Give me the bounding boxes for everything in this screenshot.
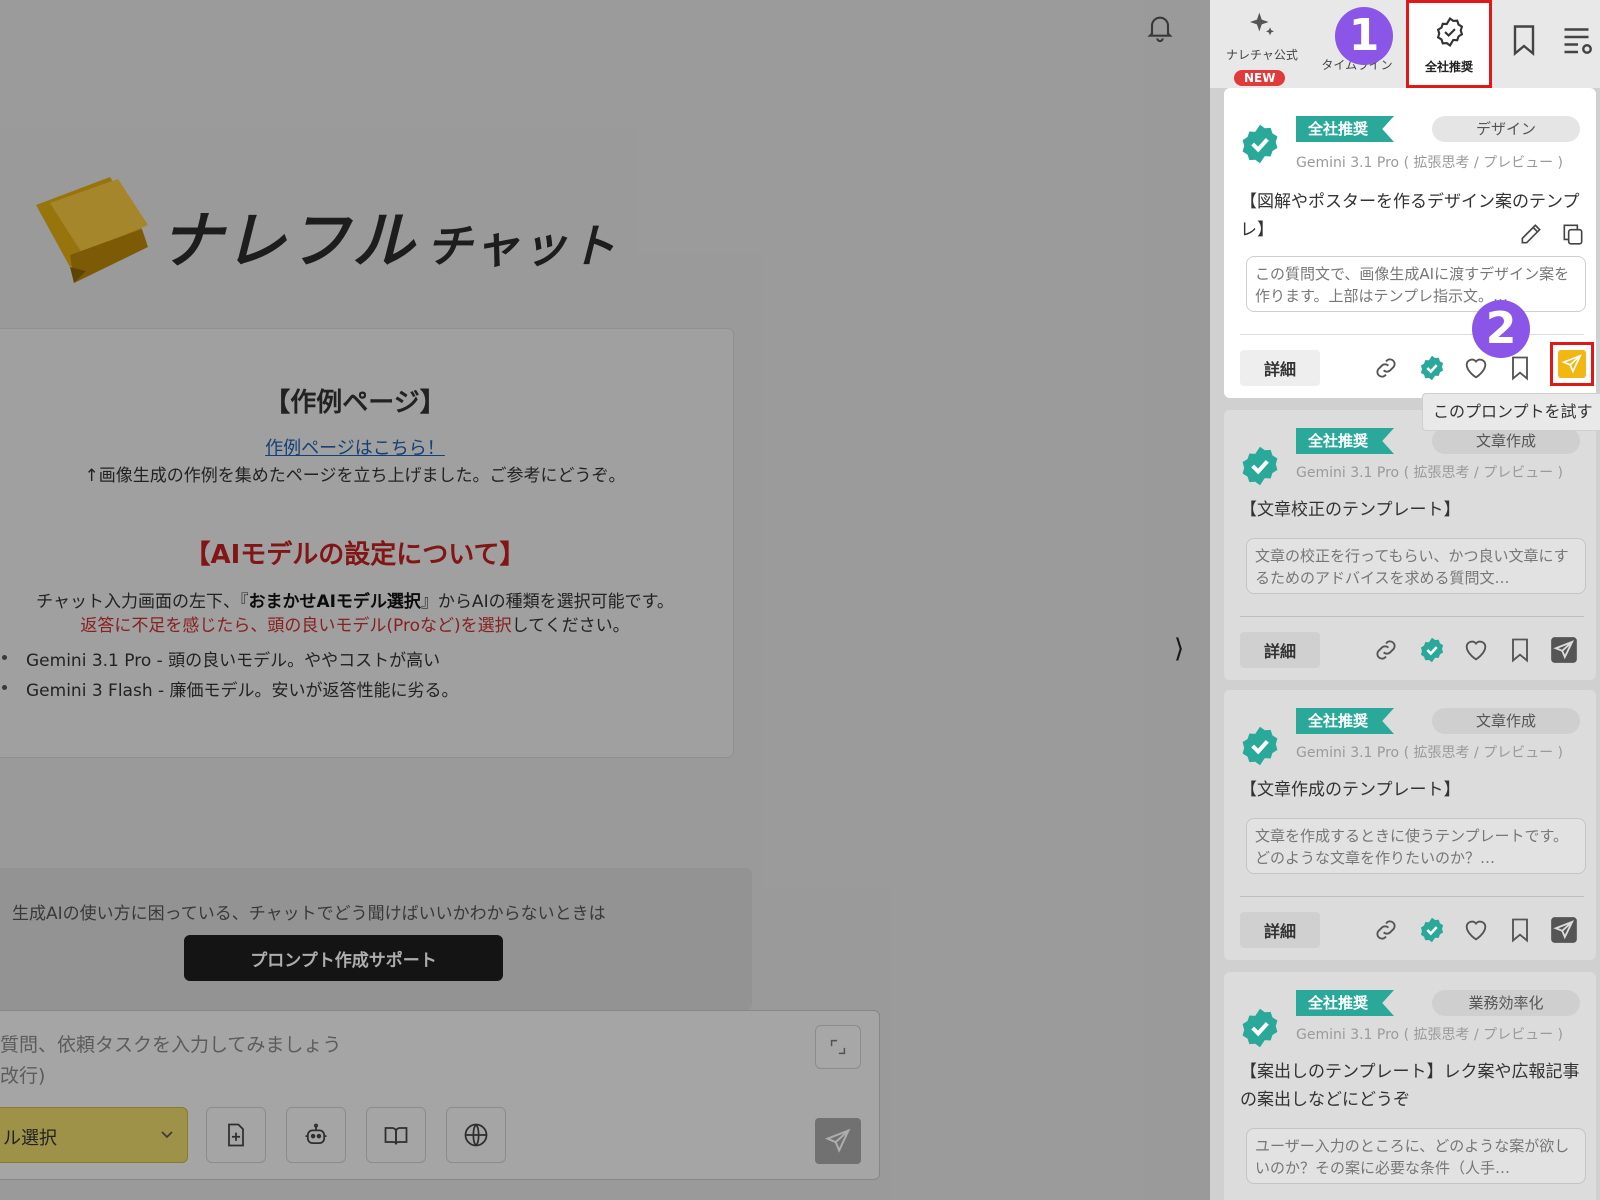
book-icon: [384, 1127, 408, 1145]
try-prompt-icon[interactable]: [1550, 636, 1578, 664]
logo-text: ナレフル チャット: [160, 204, 618, 277]
try-prompt-icon[interactable]: [1550, 916, 1578, 944]
list-settings-icon[interactable]: [1560, 22, 1596, 58]
card-description: ユーザー入力のところに、どのような案が欲しいのか？その案に必要な条件（人手…: [1246, 1128, 1586, 1184]
verified-icon[interactable]: [1418, 354, 1446, 382]
card-edit-tools: [1504, 212, 1596, 256]
card-description: この質問文で、画像生成AIに渡すデザイン案を作ります。上部はテンプレ指示文。…: [1246, 256, 1586, 312]
step-marker-2: 2: [1472, 300, 1530, 358]
heart-icon[interactable]: [1462, 916, 1490, 944]
heart-icon[interactable]: [1462, 636, 1490, 664]
heart-icon[interactable]: [1462, 354, 1490, 382]
link-icon[interactable]: [1372, 636, 1400, 664]
chevron-down-icon: [161, 1131, 173, 1139]
bookmark-icon[interactable]: [1506, 916, 1534, 944]
ai-model-heading: 【AIモデルの設定について】: [184, 540, 526, 570]
detail-button[interactable]: 詳細: [1240, 912, 1320, 948]
prompt-card[interactable]: 全社推奨 文章作成 Gemini 3.1 Pro ( 拡張思考 / プレビュー …: [1224, 410, 1596, 680]
example-link[interactable]: 作例ページはこちら！: [0, 434, 735, 460]
card-divider: [1240, 616, 1584, 617]
link-icon[interactable]: [1372, 354, 1400, 382]
model-name: Gemini 3.1 Pro ( 拡張思考 / プレビュー ): [1296, 745, 1564, 761]
copy-icon[interactable]: [1560, 221, 1586, 247]
ai-model-line1: チャット入力画面の左下、『おまかせAIモデル選択』からAIの種類を選択可能です。: [36, 592, 674, 612]
link-icon[interactable]: [1372, 916, 1400, 944]
category-tag: 業務効率化: [1432, 990, 1580, 1016]
recommended-tag: 全社推奨: [1296, 116, 1395, 142]
try-prompt-button[interactable]: [1550, 342, 1594, 386]
model-name: Gemini 3.1 Pro ( 拡張思考 / プレビュー ): [1296, 1027, 1564, 1043]
verified-badge-icon: [1436, 16, 1464, 48]
prompt-card[interactable]: 全社推奨 業務効率化 Gemini 3.1 Pro ( 拡張思考 / プレビュー…: [1224, 972, 1596, 1200]
model-name: Gemini 3.1 Pro ( 拡張思考 / プレビュー ): [1296, 155, 1564, 171]
main-area: ナレフル チャット 【作例ページ】 作例ページはこちら！ ↑画像生成の作例を集めた…: [0, 0, 1210, 1200]
card-title: 【案出しのテンプレート】レク案や広報記事の案出しなどにどうぞ: [1240, 1062, 1580, 1110]
support-text: 生成AIの使い方に困っている、チャットでどう聞けばいいかわからないときは: [12, 904, 606, 924]
model-select-value: ル選択: [3, 1128, 57, 1149]
verified-icon: [1242, 446, 1278, 486]
card-description: 文章を作成するときに使うテンプレートです。 どのような文章を作りたいのか？…: [1246, 818, 1586, 874]
bookmark-icon[interactable]: [1506, 22, 1542, 58]
file-plus-icon: [228, 1123, 244, 1147]
prompt-panel: ナレチャ公式 NEW タイムライン 1 全社推奨 全社推奨 デザイン Gemin…: [1210, 0, 1600, 1200]
tab-company-recommended[interactable]: 全社推奨: [1406, 0, 1492, 88]
prompt-card[interactable]: 全社推奨 文章作成 Gemini 3.1 Pro ( 拡張思考 / プレビュー …: [1224, 690, 1596, 960]
example-heading: 【作例ページ】: [264, 388, 446, 418]
send-icon: [824, 1128, 851, 1153]
verified-icon: [1242, 1008, 1278, 1048]
bullet-item: Gemini 3 Flash - 廉価モデル。安いが返答性能に劣る。: [2, 676, 459, 701]
recommended-tag: 全社推奨: [1296, 428, 1395, 454]
step-marker-1: 1: [1335, 7, 1393, 65]
card-description: 文章の校正を行ってもらい、かつ良い文章にするためのアドバイスを求める質問文…: [1246, 538, 1586, 594]
bookmark-icon[interactable]: [1506, 354, 1534, 382]
category-tag: デザイン: [1432, 116, 1580, 142]
recommended-tag: 全社推奨: [1296, 708, 1395, 734]
card-divider: [1240, 334, 1584, 335]
new-badge: NEW: [1234, 70, 1286, 86]
recommended-tag: 全社推奨: [1296, 990, 1395, 1016]
card-divider: [1240, 896, 1584, 897]
expand-icon: [830, 1039, 846, 1055]
expand-button[interactable]: [815, 1025, 861, 1069]
send-button[interactable]: [815, 1118, 861, 1164]
attach-file-button[interactable]: [206, 1107, 266, 1163]
bell-icon[interactable]: [1144, 10, 1176, 44]
tab-official[interactable]: ナレチャ公式: [1222, 10, 1302, 63]
detail-button[interactable]: 詳細: [1240, 632, 1320, 668]
panel-toggle-chevron[interactable]: ⟩: [1174, 634, 1184, 664]
robot-icon: [305, 1123, 327, 1145]
web-search-button[interactable]: [446, 1107, 506, 1163]
category-tag: 文章作成: [1432, 708, 1580, 734]
globe-icon: [464, 1123, 488, 1147]
knowledge-button[interactable]: [366, 1107, 426, 1163]
assistant-button[interactable]: [286, 1107, 346, 1163]
chat-input-placeholder[interactable]: 質問、依頼タスクを入力してみましょう 改行): [0, 1030, 341, 1092]
card-title: 【文章作成のテンプレート】: [1240, 780, 1461, 800]
example-note: ↑画像生成の作例を集めたページを立ち上げました。ご参考にどうぞ。: [84, 466, 626, 486]
detail-button[interactable]: 詳細: [1240, 350, 1320, 386]
verified-icon[interactable]: [1418, 916, 1446, 944]
model-name: Gemini 3.1 Pro ( 拡張思考 / プレビュー ): [1296, 465, 1564, 481]
model-select-dropdown[interactable]: ル選択: [0, 1107, 188, 1163]
bullet-item: Gemini 3.1 Pro - 頭の良いモデル。ややコストが高い: [1, 646, 440, 671]
try-prompt-tooltip: このプロンプトを試す: [1422, 393, 1600, 431]
sparkle-icon: [1250, 12, 1274, 36]
edit-icon[interactable]: [1518, 221, 1544, 247]
prompt-support-button[interactable]: プロンプト作成サポート: [184, 935, 503, 981]
send-icon: [1561, 354, 1582, 374]
prompt-card[interactable]: 全社推奨 デザイン Gemini 3.1 Pro ( 拡張思考 / プレビュー …: [1224, 88, 1596, 398]
card-title: 【文章校正のテンプレート】: [1240, 500, 1461, 520]
panel-tab-bar: ナレチャ公式 NEW タイムライン 1 全社推奨: [1210, 0, 1600, 88]
ai-model-line2: 返答に不足を感じたら、頭の良いモデル(Proなど)を選択してください。: [80, 616, 630, 636]
verified-icon: [1242, 124, 1278, 164]
verified-icon[interactable]: [1418, 636, 1446, 664]
bookmark-icon[interactable]: [1506, 636, 1534, 664]
category-tag: 文章作成: [1432, 428, 1580, 454]
verified-icon: [1242, 726, 1278, 766]
tab-label: 全社推奨: [1424, 60, 1473, 74]
